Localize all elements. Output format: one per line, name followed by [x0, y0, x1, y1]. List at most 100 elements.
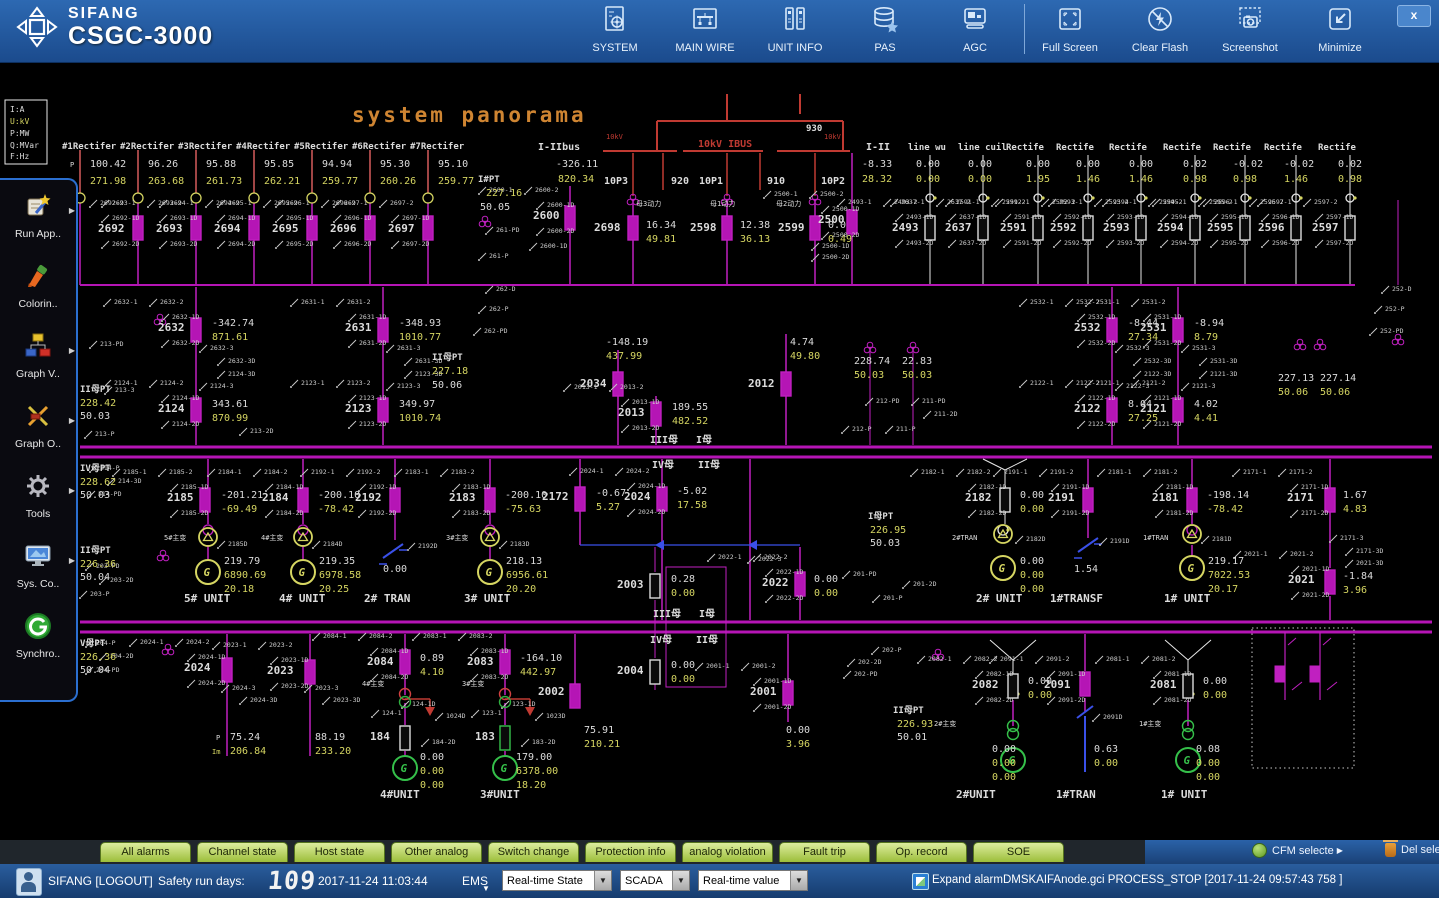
switch-icon — [149, 200, 155, 206]
switch-icon — [1155, 516, 1157, 518]
switch-icon — [1234, 469, 1240, 475]
breaker-183[interactable] — [500, 726, 510, 750]
alarm-tab-all-alarms[interactable]: All alarms — [100, 842, 191, 862]
tiny-label: 2171-3 — [1340, 534, 1364, 542]
breaker-2002[interactable] — [570, 684, 580, 708]
nav-item-label: AGC — [963, 42, 987, 54]
transformer-symbol[interactable] — [294, 528, 312, 546]
transformer-symbol[interactable] — [199, 528, 217, 546]
switch-icon — [697, 663, 703, 669]
switch-icon — [811, 260, 813, 262]
statusbar-select-real-time-value[interactable]: Real-time value▼ — [698, 870, 808, 891]
window-control-minimize[interactable]: Minimize — [1299, 4, 1381, 54]
switch-icon — [170, 490, 172, 492]
sidebar-item-colorin[interactable]: Colorin.. — [0, 250, 76, 320]
alarm-tab-analog-violation[interactable]: analog violation — [682, 842, 773, 862]
tiny-label: 2124-1D — [172, 394, 199, 402]
switch-icon — [1290, 516, 1292, 518]
schematic-text: 50.03 — [80, 411, 110, 422]
alarm-tab-op-record[interactable]: Op. record — [876, 842, 967, 862]
close-button[interactable]: x — [1397, 5, 1431, 27]
breaker-2012[interactable] — [781, 372, 791, 396]
alarm-tab-other-analog[interactable]: Other analog — [391, 842, 482, 862]
expand-arrow-icon: ▶ — [69, 206, 75, 215]
breaker-2003[interactable] — [650, 574, 660, 598]
sidebar-item-synchro[interactable]: Synchro.. — [0, 600, 76, 670]
tiny-label: 2532-1 — [1030, 298, 1054, 306]
schematic-text: P — [70, 161, 74, 169]
breaker-bar[interactable] — [1275, 666, 1285, 682]
switch-icon — [1293, 592, 1299, 598]
breaker-184[interactable] — [400, 726, 410, 750]
sidebar-item-sys-co[interactable]: Sys. Co..▶ — [0, 530, 76, 600]
alarm-tab-soe[interactable]: SOE — [973, 842, 1064, 862]
switch-icon — [105, 299, 111, 305]
switch-icon — [1153, 703, 1155, 705]
tiny-label: 2631-1 — [301, 298, 325, 306]
tiny-label: 2024-1 — [580, 467, 604, 475]
transformer-symbol[interactable] — [481, 528, 499, 546]
flow-arrow-icon — [655, 540, 664, 550]
nav-item-pas[interactable]: PAS — [844, 4, 926, 54]
switch-icon — [1106, 246, 1108, 248]
breaker-label: 2600 — [533, 209, 560, 222]
sidebar-item-tools[interactable]: Tools▶ — [0, 460, 76, 530]
alarm-tab-fault-trip[interactable]: Fault trip — [779, 842, 870, 862]
alarm-tab-protection-info[interactable]: Protection info — [585, 842, 676, 862]
breaker-bar[interactable] — [1310, 666, 1320, 682]
tiny-label: 2001-1D — [764, 677, 791, 685]
switch-icon — [239, 434, 241, 436]
schematic-text: 1.46 — [1284, 174, 1308, 185]
schematic-text: 0.00 — [1020, 570, 1044, 581]
delete-selected-button[interactable]: Del sele — [1385, 843, 1439, 857]
schematic-text: 10P3 — [604, 176, 628, 187]
switch-icon — [336, 386, 338, 388]
window-control-clear-flash[interactable]: Clear Flash — [1119, 4, 1201, 54]
switch-icon — [621, 431, 623, 433]
alarm-tab-channel-state[interactable]: Channel state — [197, 842, 288, 862]
logout-link[interactable]: SIFANG [LOGOUT] — [48, 874, 153, 888]
statusbar-select-real-time-state[interactable]: Real-time State▼ — [502, 870, 612, 891]
switch-icon — [965, 656, 971, 662]
schematic-text: 50.03 — [80, 490, 110, 501]
alarm-tab-switch-change[interactable]: Switch change — [488, 842, 579, 862]
breaker-label: 2172 — [542, 490, 569, 503]
alarm-tab-host-state[interactable]: Host state — [294, 842, 385, 862]
tiny-label: 2121-3 — [1192, 382, 1216, 390]
window-control-screenshot[interactable]: Screenshot — [1209, 4, 1291, 54]
sidebar-item-graph-v[interactable]: Graph V..▶ — [0, 320, 76, 390]
switch-icon — [936, 205, 938, 207]
statusbar-select-scada[interactable]: SCADA▼ — [620, 870, 690, 891]
nav-item-unit-info[interactable]: UNIT INFO — [754, 4, 836, 54]
measurement-value: 4.83 — [1343, 504, 1367, 515]
transformer-symbol[interactable] — [994, 525, 1012, 543]
switch-icon — [1278, 475, 1280, 477]
switch-icon — [1077, 346, 1079, 348]
breaker-2698[interactable] — [628, 216, 638, 240]
schematic-canvas[interactable]: 26922692-12692-22692-1D2692-2D26932693-1… — [0, 0, 1439, 898]
breaker-2004[interactable] — [650, 660, 660, 684]
nav-item-main-wire[interactable]: MAIN WIRE — [664, 4, 746, 54]
user-avatar[interactable] — [16, 868, 42, 896]
window-control-full-screen[interactable]: Full Screen — [1029, 4, 1111, 54]
nav-item-system[interactable]: SYSTEM — [574, 4, 656, 54]
breaker-2598[interactable] — [722, 216, 732, 240]
device-dot — [1091, 196, 1094, 199]
switch-icon — [201, 345, 207, 351]
switch-icon — [487, 227, 493, 233]
measurement-value: 0.00 — [814, 588, 838, 599]
nav-item-agc[interactable]: AGC — [934, 4, 1016, 54]
sidebar-item-run-app[interactable]: Run App..▶ — [0, 180, 76, 250]
schematic-text: 219.79 — [224, 556, 260, 567]
switch-icon — [263, 206, 265, 208]
switch-icon — [91, 341, 97, 347]
cfm-selected-button[interactable]: CFM selecte ▶ — [1252, 843, 1343, 858]
switch-icon — [910, 475, 912, 477]
transformer-symbol[interactable] — [1183, 525, 1201, 543]
expand-alarm-icon[interactable] — [912, 873, 929, 890]
switch-icon — [865, 404, 867, 406]
sidebar-item-graph-o[interactable]: Graph O..▶ — [0, 390, 76, 460]
breaker-2172[interactable] — [575, 487, 585, 511]
switch-icon — [709, 554, 715, 560]
tiny-label: 2192-1D — [369, 483, 396, 491]
